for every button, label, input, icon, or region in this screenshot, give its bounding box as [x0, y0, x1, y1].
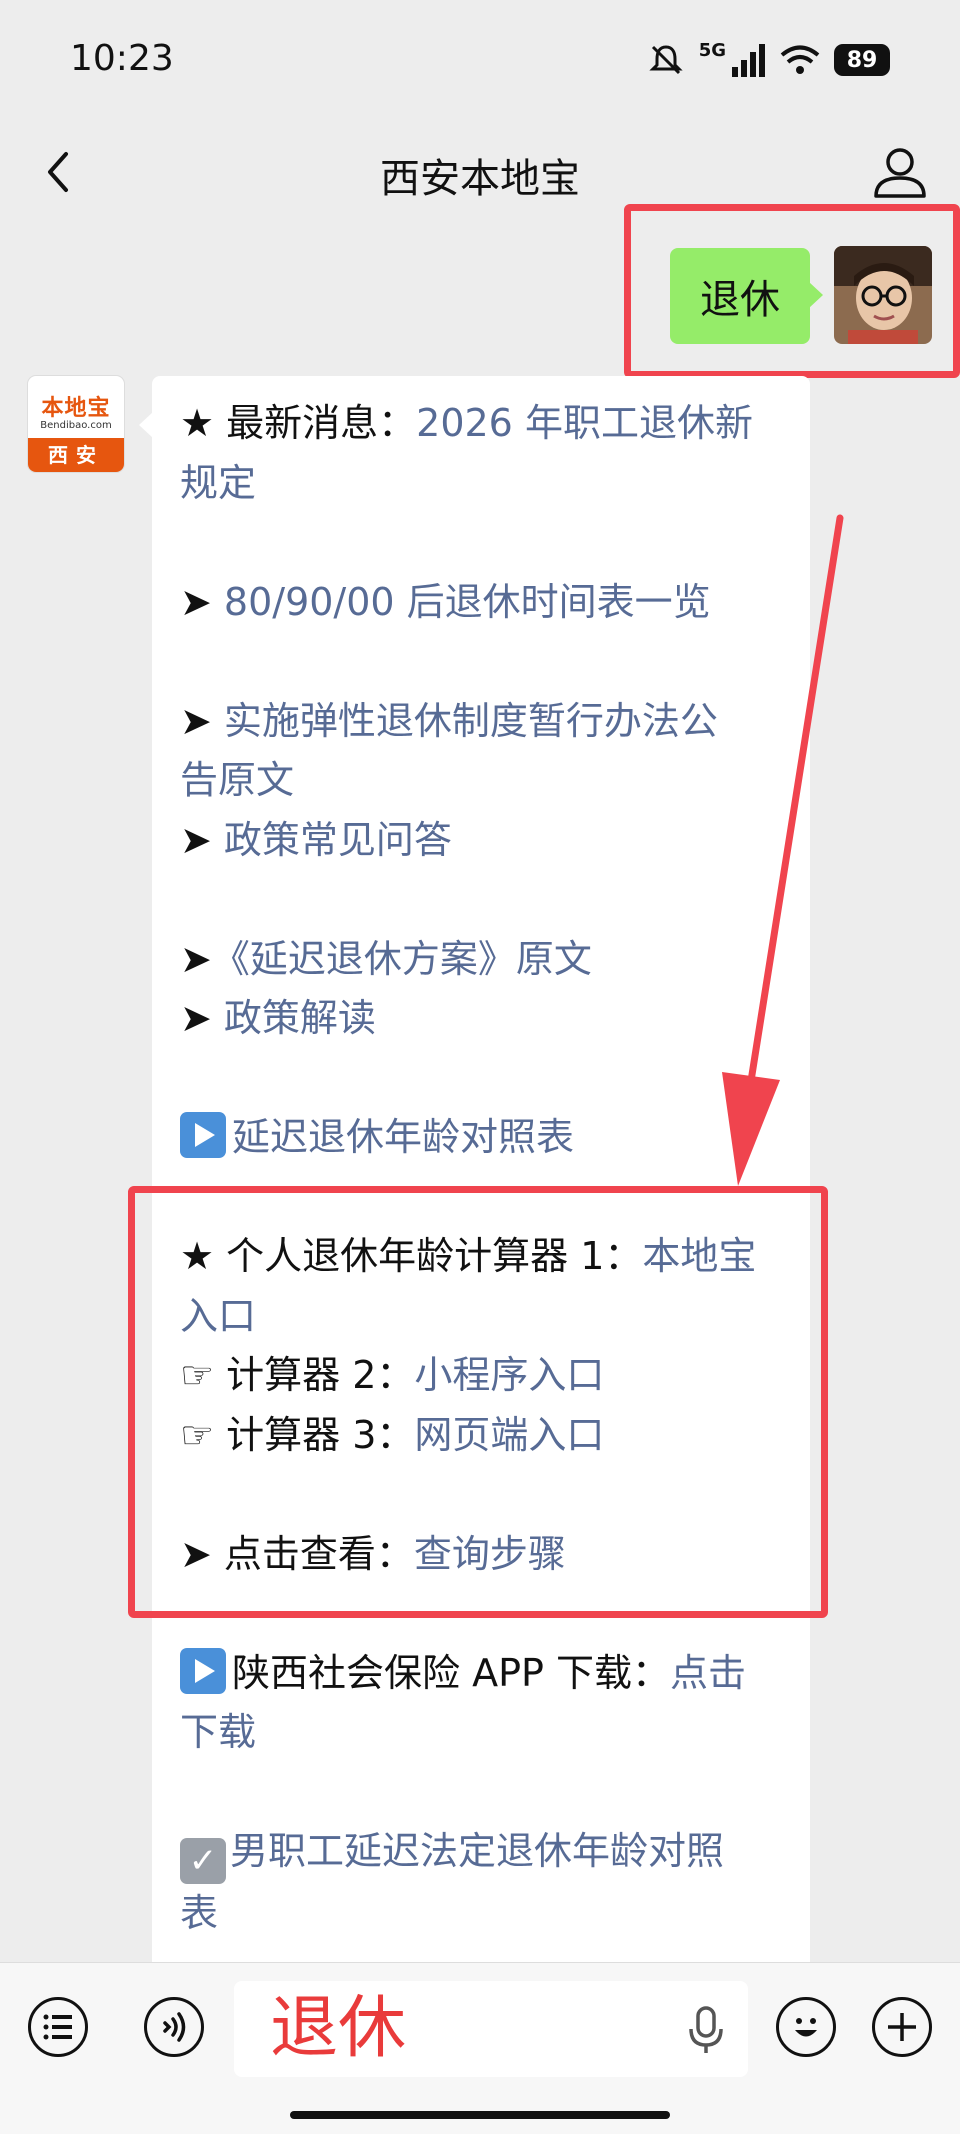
user-avatar-image [834, 246, 932, 344]
message-line: ➤ 80/90/00 后退休时间表一览 [180, 579, 711, 624]
battery-indicator: 89 [834, 44, 890, 76]
link-policy-interpretation[interactable]: 政策解读 [224, 996, 376, 1040]
bot-avatar-logo[interactable]: 本地宝 Bendibao.com 西安 [28, 376, 124, 472]
message-input-text: 退休 [270, 1989, 407, 2068]
message-line: ✓ 男职工延迟法定退休年龄对照 [180, 1822, 790, 1884]
voice-icon[interactable] [144, 1997, 204, 2057]
checkbox-icon: ✓ [180, 1838, 226, 1884]
person-icon[interactable] [868, 140, 932, 204]
play-icon [180, 1647, 226, 1694]
link-flexible-retirement-cont[interactable]: 告原文 [180, 758, 294, 802]
link-retirement-timetable[interactable]: 80/90/00 后退休时间表一览 [224, 580, 711, 624]
link-male-age-table-cont[interactable]: 表 [180, 1891, 218, 1935]
link-age-table[interactable]: 延迟退休年龄对照表 [232, 1115, 574, 1159]
list-icon[interactable] [28, 1997, 88, 2057]
link-retirement-rules[interactable]: 2026 年职工退休新 [416, 401, 753, 445]
message-line: 延迟退休年龄对照表 [180, 1108, 790, 1168]
link-app-download-cont[interactable]: 下载 [180, 1710, 256, 1754]
message-line: ➤ 政策常见问答 [180, 817, 452, 862]
message-line: ★ 最新消息：2026 年职工退休新 [180, 401, 753, 445]
highlight-box-calculator [128, 1186, 828, 1618]
message-line: 陕西社会保险 APP 下载：点击 [180, 1644, 790, 1704]
annotation-arrow [722, 514, 844, 1186]
mute-icon [649, 45, 683, 75]
link-male-age-table[interactable]: 男职工延迟法定退休年龄对照 [230, 1829, 724, 1873]
home-indicator[interactable] [290, 2111, 670, 2119]
message-line: 下载 [180, 1703, 790, 1763]
link-app-download[interactable]: 点击 [670, 1651, 746, 1695]
link-delay-plan[interactable]: 《延迟退休方案》原文 [212, 937, 592, 981]
status-bar: 10:23 5G 89 [0, 0, 960, 120]
message-line: ➤ 实施弹性退休制度暂行办法公 [180, 698, 718, 743]
link-retirement-rules-cont[interactable]: 规定 [180, 461, 256, 505]
message-line: ➤ 政策解读 [180, 996, 376, 1040]
wifi-icon [780, 45, 820, 74]
bot-message-content: ★ 最新消息：2026 年职工退休新 规定 ➤ 80/90/00 后退休时间表一… [180, 394, 790, 1944]
chat-title: 西安本地宝 [380, 156, 580, 202]
message-line: ➤《延迟退休方案》原文 [180, 936, 592, 981]
plus-icon[interactable] [872, 1997, 932, 2057]
message-line: 告原文 [180, 751, 790, 811]
message-line: 表 [180, 1884, 790, 1944]
message-input[interactable]: 退休 [234, 1981, 748, 2077]
message-line: 规定 [180, 454, 790, 514]
link-policy-faq[interactable]: 政策常见问答 [224, 818, 452, 862]
signal-icon [732, 44, 765, 77]
link-flexible-retirement[interactable]: 实施弹性退休制度暂行办法公 [224, 699, 718, 743]
user-message-bubble[interactable]: 退休 [670, 248, 823, 344]
network-label: 5G [698, 39, 726, 61]
status-time: 10:23 [70, 38, 174, 79]
input-bar: 退休 [0, 1962, 960, 2134]
play-icon [180, 1112, 226, 1158]
user-avatar[interactable] [834, 246, 932, 344]
status-icons: 5G 89 [647, 40, 890, 80]
emoji-icon[interactable] [776, 1997, 836, 2057]
mic-icon[interactable] [686, 2005, 726, 2055]
